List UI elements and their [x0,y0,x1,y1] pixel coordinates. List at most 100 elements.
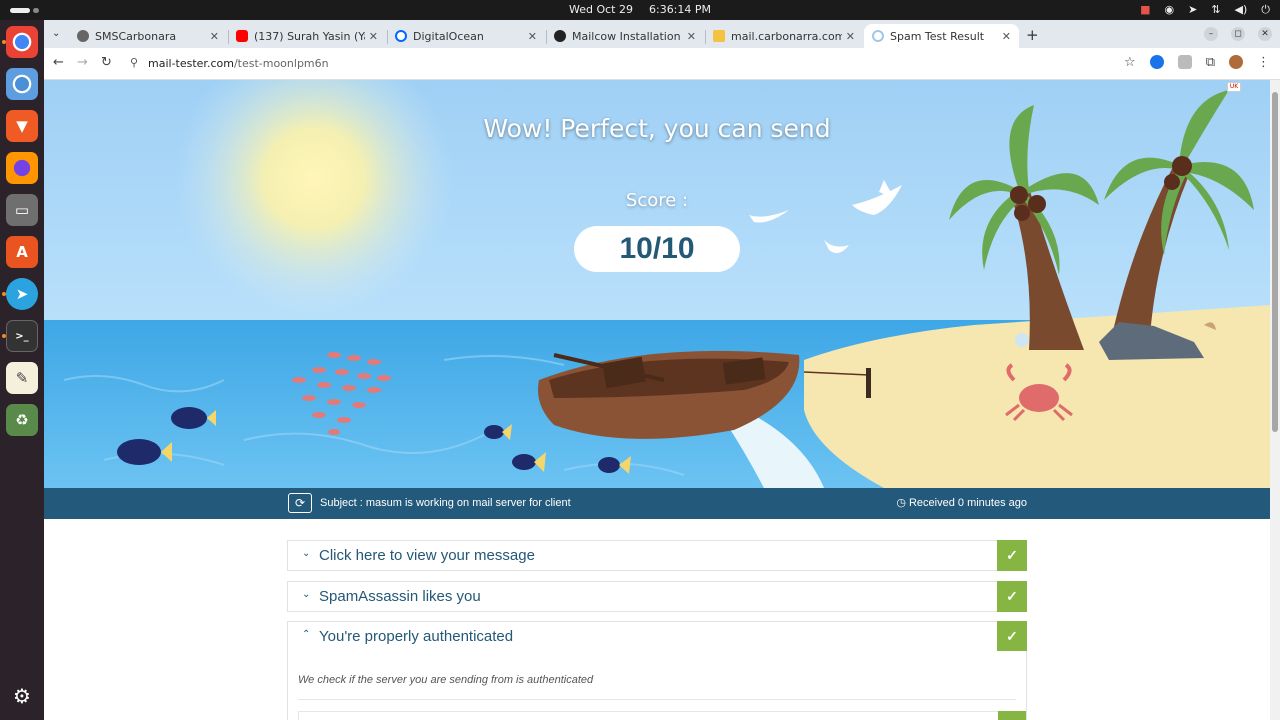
extension-icon[interactable] [1149,55,1164,69]
chrome-app-icon[interactable] [6,26,38,58]
clock-icon: ◷ [896,497,909,509]
power-icon[interactable]: ⏻ [1261,3,1270,17]
clock-time: 6:36:14 PM [648,3,712,16]
clock[interactable]: Wed Oct 29 6:36:14 PM [0,3,1280,16]
close-tab-icon[interactable]: ✕ [1002,30,1011,43]
minimize-window-button[interactable]: – [1204,27,1218,41]
files-app-icon[interactable]: ▭ [6,194,38,226]
tab-label: SMSCarbonara [95,29,177,43]
chrome-tray-icon[interactable]: ◉ [1164,3,1174,17]
reload-icon[interactable]: ↻ [101,55,112,70]
toolbar-actions: ☆ ⧉ ⋮ [1124,55,1270,70]
authentication-details: We check if the server you are sending f… [287,651,1027,720]
terminal-app-icon[interactable]: >_ [6,320,38,352]
tab-mailcow-github[interactable]: Mailcow Installation Serv ✕ [546,24,704,48]
received-text: Received 0 minutes ago [908,497,1027,509]
chromium-app-icon[interactable] [6,68,38,100]
authentication-description: We check if the server you are sending f… [298,674,594,686]
dock: ▼ ▭ A ➤ >_ ✎ ♻ ⚙ [0,20,44,720]
check-icon: ✓ [997,621,1027,652]
firefox-app-icon[interactable] [6,152,38,184]
browser-chrome: ⌄ SMSCarbonara ✕ (137) Surah Yasin (Yasee… [44,20,1280,80]
tab-smscarbonara[interactable]: SMSCarbonara ✕ [69,24,227,48]
close-tab-icon[interactable]: ✕ [528,30,537,43]
tab-label: mail.carbonarra.com - m [731,29,842,43]
seashell [1015,333,1029,347]
divider [298,699,1016,700]
globe-icon [77,30,89,42]
network-icon[interactable]: ⇅ [1211,3,1220,17]
check-icon: ✓ [997,581,1027,612]
youtube-icon [236,30,248,42]
tab-search-chevron-icon[interactable]: ⌄ [52,28,60,39]
digitalocean-icon [395,30,407,42]
extension-icon-2[interactable] [1177,55,1192,69]
score-value: 10/10 [574,226,740,272]
language-flag-icon[interactable]: UK [1227,82,1241,92]
subject-bar: ⟳ Subject : masum is working on mail ser… [44,488,1270,519]
telegram-tray-icon[interactable]: ➤ [1188,3,1197,17]
app-center-icon[interactable]: A [6,236,38,268]
tab-youtube[interactable]: (137) Surah Yasin (Yasee ✕ [228,24,386,48]
result-view-message[interactable]: ⌄ Click here to view your message ✓ [287,540,1027,571]
site-info-icon[interactable]: ⚲ [130,56,138,69]
github-icon [554,30,566,42]
tab-strip: ⌄ SMSCarbonara ✕ (137) Surah Yasin (Yasee… [44,20,1280,48]
tab-mail-carbonarra[interactable]: mail.carbonarra.com - m ✕ [705,24,863,48]
profile-avatar[interactable] [1229,55,1243,69]
running-indicator [2,292,6,296]
chevron-down-icon: ⌄ [302,548,311,559]
close-tab-icon[interactable]: ✕ [687,30,696,43]
close-tab-icon[interactable]: ✕ [846,30,855,43]
loading-icon [872,30,884,42]
email-subject: Subject : masum is working on mail serve… [320,497,571,509]
forward-arrow-icon[interactable]: → [77,55,88,70]
restore-window-button[interactable]: ◻ [1231,27,1245,41]
refresh-icon: ⟳ [294,496,306,510]
result-title: You're properly authenticated [319,628,514,645]
close-window-button[interactable]: ✕ [1258,27,1272,41]
new-tab-button[interactable]: + [1026,26,1039,44]
bookmark-star-icon[interactable]: ☆ [1124,55,1136,70]
close-tab-icon[interactable]: ✕ [210,30,219,43]
address-bar[interactable]: mail-tester.com/test-moonlpm6n [148,57,329,70]
menu-kebab-icon[interactable]: ⋮ [1257,55,1270,70]
received-time: ◷ Received 0 minutes ago [896,496,1027,509]
trash-icon[interactable]: ♻ [6,404,38,436]
refresh-button[interactable]: ⟳ [288,493,312,513]
system-tray[interactable]: ■ ◉ ➤ ⇅ ◀) ⏻ [1140,3,1270,17]
tab-label: (137) Surah Yasin (Yasee [254,29,365,43]
result-title: Click here to view your message [319,547,535,564]
telegram-app-icon[interactable]: ➤ [6,278,38,310]
url-domain: mail-tester.com [148,57,234,70]
page-scrollbar[interactable] [1270,80,1280,720]
browser-toolbar: ← → ↻ ⚲ mail-tester.com/test-moonlpm6n ☆… [44,48,1280,80]
hero-illustration: UK Wow! Perfect, you can send Score : 10… [44,80,1270,488]
scrollbar-thumb[interactable] [1272,92,1278,432]
close-tab-icon[interactable]: ✕ [369,30,378,43]
back-arrow-icon[interactable]: ← [53,55,64,70]
volume-icon[interactable]: ◀) [1235,3,1248,17]
brave-app-icon[interactable]: ▼ [6,110,38,142]
extensions-puzzle-icon[interactable]: ⧉ [1206,55,1215,70]
tab-spam-test-result[interactable]: Spam Test Result ✕ [864,24,1019,48]
result-authentication[interactable]: ⌃ You're properly authenticated ✓ [287,621,1027,652]
result-title: SpamAssassin likes you [319,588,481,605]
result-headline: Wow! Perfect, you can send [483,114,831,143]
check-icon [998,711,1026,720]
chevron-up-icon: ⌃ [302,629,311,640]
tab-label: DigitalOcean [413,29,484,43]
tab-digitalocean[interactable]: DigitalOcean ✕ [387,24,545,48]
tab-label: Spam Test Result [890,29,985,43]
chevron-down-icon: ⌄ [302,589,311,600]
show-apps-icon[interactable]: ⚙ [6,680,38,712]
check-icon: ✓ [997,540,1027,571]
running-indicator [2,334,6,338]
text-editor-app-icon[interactable]: ✎ [6,362,38,394]
running-indicator [2,40,6,44]
tab-label: Mailcow Installation Serv [572,29,683,43]
auth-subcheck-row[interactable] [298,711,1016,720]
score-label: Score : [625,190,689,211]
result-spamassassin[interactable]: ⌄ SpamAssassin likes you ✓ [287,581,1027,612]
screen-record-icon[interactable]: ■ [1140,3,1150,17]
